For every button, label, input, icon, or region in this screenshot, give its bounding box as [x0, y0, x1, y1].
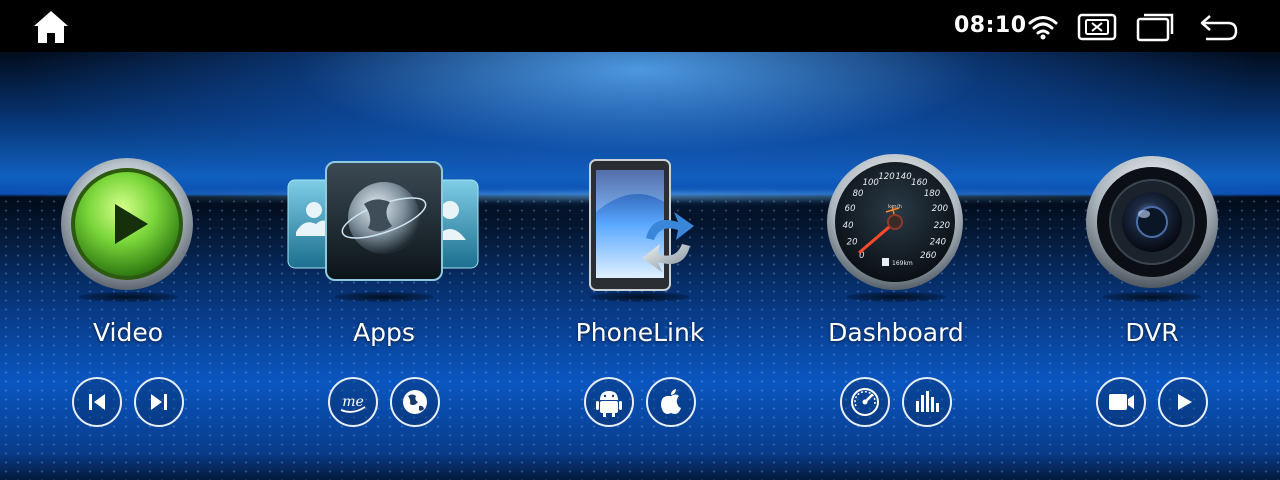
back-icon[interactable] — [1198, 12, 1240, 42]
gauge-tick-label: 160 — [911, 178, 927, 188]
gauge-tick-label: 140 — [895, 172, 911, 182]
record-button[interactable] — [1096, 377, 1146, 427]
gauge-tick-label: 60 — [845, 204, 856, 214]
globe-icon — [403, 390, 427, 414]
skip-previous-icon — [89, 394, 105, 410]
tile-video: Video — [0, 52, 256, 480]
tile-shadow — [846, 292, 946, 302]
tile-shadow — [78, 292, 178, 302]
tile-dvr: DVR — [1024, 52, 1280, 480]
next-button[interactable] — [134, 377, 184, 427]
me-icon: me — [340, 394, 366, 413]
wifi-icon — [1028, 16, 1058, 40]
svg-text:me: me — [342, 394, 364, 410]
tile-label-apps[interactable]: Apps — [256, 318, 512, 347]
gauge-tick-label: 120 — [878, 172, 894, 182]
gauge-tick-label: 180 — [924, 189, 940, 199]
apple-icon — [661, 389, 681, 414]
tile-label-phonelink[interactable]: PhoneLink — [512, 318, 768, 347]
tile-phonelink: PhoneLink — [512, 52, 768, 480]
fuel-icon — [882, 258, 889, 266]
me-button[interactable]: me — [328, 377, 378, 427]
apps-icon[interactable] — [256, 152, 512, 292]
tile-apps: Apps me — [256, 52, 512, 480]
prev-button[interactable] — [72, 377, 122, 427]
tile-shadow — [334, 292, 434, 302]
skip-next-icon — [151, 394, 167, 410]
gauge-tick-label: 20 — [847, 237, 858, 247]
gauge-tick-label: 260 — [920, 251, 936, 261]
gauge-odometer: 169km — [892, 260, 913, 267]
status-time: 08:10 — [954, 13, 1027, 38]
gauge-tick-label: 80 — [853, 189, 864, 199]
browser-button[interactable] — [390, 377, 440, 427]
tile-label-dashboard[interactable]: Dashboard — [768, 318, 1024, 347]
equalizer-icon — [916, 391, 939, 412]
phone-sync-icon[interactable] — [512, 152, 768, 292]
tile-shadow — [1102, 292, 1202, 302]
gauge-tick-label: 200 — [932, 204, 948, 214]
status-bar: 08:10 — [0, 0, 1280, 52]
camera-lens-icon[interactable] — [1024, 152, 1280, 292]
home-icon[interactable] — [32, 9, 70, 45]
tile-label-video[interactable]: Video — [0, 318, 256, 347]
speedometer-icon[interactable]: 020406080100120 140160180200220240260 km/… — [768, 152, 1024, 292]
android-icon — [596, 391, 622, 417]
gauge-button[interactable] — [840, 377, 890, 427]
multitask-icon[interactable] — [1136, 12, 1176, 42]
play-icon — [1178, 394, 1192, 410]
tile-shadow — [590, 292, 690, 302]
tile-dashboard: 0 20 40 60 80 100 120 140 160 180 200 220 240 260 km/… — [768, 52, 1024, 480]
gauge-tick-label: 40 — [843, 221, 854, 231]
equalizer-button[interactable] — [902, 377, 952, 427]
android-button[interactable] — [584, 377, 634, 427]
gauge-tick-label: 100 — [863, 178, 879, 188]
video-camera-icon — [1109, 394, 1134, 410]
play-icon[interactable] — [0, 152, 256, 292]
tile-label-dvr[interactable]: DVR — [1024, 318, 1280, 347]
close-screen-icon[interactable] — [1077, 12, 1117, 42]
gauge-tick-label: 240 — [930, 237, 946, 247]
gauge-icon — [851, 388, 879, 416]
gauge-tick-label: 220 — [934, 221, 950, 231]
apple-button[interactable] — [646, 377, 696, 427]
playback-button[interactable] — [1158, 377, 1208, 427]
